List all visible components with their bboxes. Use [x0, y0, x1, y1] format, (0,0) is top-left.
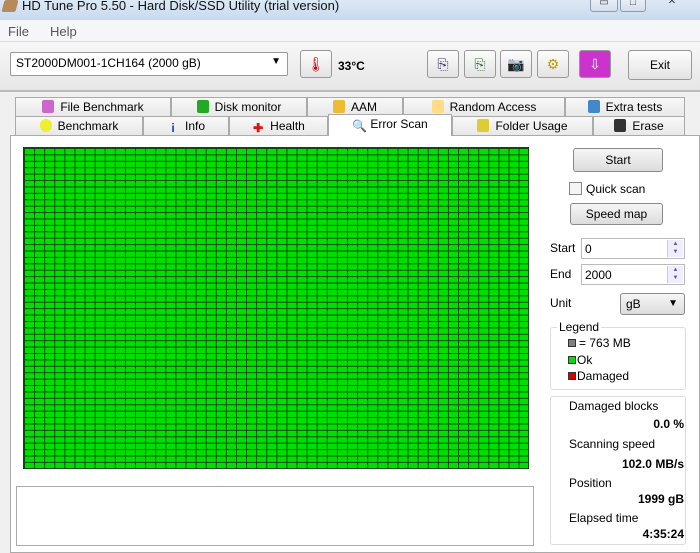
start-input[interactable]: 0 ▲ ▼: [581, 238, 685, 259]
menu-bar: File Help: [0, 20, 700, 42]
tab-benchmark[interactable]: Benchmark: [15, 116, 143, 135]
gray-square-icon: [568, 339, 576, 347]
chevron-down-icon: ▼: [668, 298, 678, 309]
screenshot-button[interactable]: 📷: [500, 50, 532, 78]
tab-erase[interactable]: Erase: [593, 116, 685, 135]
tab-label: AAM: [350, 100, 377, 114]
tab-label: File Benchmark: [60, 100, 144, 114]
random-access-icon: [431, 100, 444, 113]
tab-label: Extra tests: [605, 100, 663, 114]
exit-button[interactable]: Exit: [628, 50, 692, 80]
quick-scan-label: Quick scan: [586, 182, 646, 196]
unit-value: gB: [626, 297, 641, 311]
temperature: 33°C: [338, 59, 365, 73]
speaker-icon: [332, 100, 345, 113]
trash-icon: [614, 119, 627, 132]
damaged-blocks-label: Damaged blocks: [569, 399, 659, 413]
legend-damaged: Damaged: [568, 369, 629, 383]
info-icon: i: [171, 121, 175, 135]
legend-text: = 763 MB: [579, 336, 631, 350]
quick-scan-checkbox[interactable]: [569, 182, 582, 195]
tab-label: Random Access: [449, 100, 537, 114]
bulb-icon: [39, 119, 52, 132]
damaged-blocks-value: 0.0 %: [653, 417, 684, 431]
tab-label: Disk monitor: [214, 100, 282, 114]
legend-block-size: = 763 MB: [568, 336, 631, 350]
start-label: Start: [550, 241, 576, 255]
legend-ok: Ok: [568, 353, 592, 367]
end-label: End: [550, 267, 572, 281]
red-square-icon: [568, 372, 576, 380]
tab-info[interactable]: i Info: [143, 116, 229, 135]
scanning-speed-value: 102.0 MB/s: [621, 457, 684, 471]
thermometer-icon[interactable]: 🌡: [300, 50, 332, 78]
scan-block-map: [23, 147, 529, 469]
tab-file-benchmark[interactable]: File Benchmark: [15, 97, 171, 116]
copy-all-button[interactable]: ⎘: [464, 50, 496, 78]
elapsed-time-label: Elapsed time: [569, 511, 639, 525]
speed-map-button[interactable]: Speed map: [570, 203, 663, 225]
tab-label: Health: [270, 119, 305, 133]
scan-log: [16, 486, 534, 546]
app-icon: [1, 0, 19, 12]
unit-select[interactable]: gB ▼: [620, 293, 685, 315]
green-square-icon: [568, 356, 576, 364]
end-value: 2000: [585, 268, 612, 282]
start-spinner[interactable]: ▲ ▼: [667, 240, 683, 257]
maximize-button[interactable]: □: [620, 0, 646, 12]
save-button[interactable]: ⇩: [579, 50, 611, 78]
legend-text: Damaged: [577, 369, 630, 383]
title-bar: HD Tune Pro 5.50 - Hard Disk/SSD Utility…: [0, 0, 700, 20]
chevron-down-icon: ▼: [271, 56, 281, 67]
tab-label: Erase: [632, 119, 664, 133]
close-button[interactable]: ✕: [648, 0, 696, 12]
tab-health[interactable]: ✚ Health: [229, 116, 328, 135]
end-spinner[interactable]: ▲ ▼: [667, 266, 683, 283]
minimize-button[interactable]: ▭: [590, 0, 618, 12]
legend-title: Legend: [557, 320, 602, 334]
drive-select[interactable]: ST2000DM001-1CH164 (2000 gB) ▼: [10, 52, 288, 76]
drive-select-value: ST2000DM001-1CH164 (2000 gB): [16, 56, 201, 70]
menu-help[interactable]: Help: [50, 24, 77, 39]
end-input[interactable]: 2000 ▲ ▼: [581, 264, 685, 285]
tab-error-scan[interactable]: 🔍 Error Scan: [328, 114, 452, 136]
toolbar: ST2000DM001-1CH164 (2000 gB) ▼ 🌡 33°C ⎘ ⎘…: [0, 42, 700, 92]
legend-text: Ok: [577, 353, 593, 367]
folder-icon: [477, 119, 490, 132]
scanning-speed-label: Scanning speed: [569, 437, 656, 451]
options-button[interactable]: ⚙: [537, 50, 569, 78]
elapsed-time-value: 4:35:24: [642, 527, 684, 541]
tab-label: Folder Usage: [495, 119, 568, 133]
tab-disk-monitor[interactable]: Disk monitor: [171, 97, 307, 116]
tab-label: Benchmark: [57, 119, 119, 133]
tab-folder-usage[interactable]: Folder Usage: [452, 116, 593, 135]
tab-label: Info: [184, 119, 205, 133]
start-button[interactable]: Start: [573, 148, 663, 172]
disk-monitor-icon: [196, 100, 209, 113]
position-value: 1999 gB: [637, 492, 684, 506]
magnifier-icon: 🔍: [352, 119, 368, 133]
window-title: HD Tune Pro 5.50 - Hard Disk/SSD Utility…: [22, 0, 340, 13]
copy-info-button[interactable]: ⎘: [427, 50, 459, 78]
file-benchmark-icon: [42, 100, 55, 113]
tab-label: Error Scan: [370, 117, 428, 131]
position-label: Position: [569, 476, 612, 490]
unit-label: Unit: [550, 296, 572, 310]
health-cross-icon: ✚: [253, 121, 264, 135]
menu-file[interactable]: File: [8, 24, 29, 39]
extra-tests-icon: [587, 100, 600, 113]
start-value: 0: [585, 242, 592, 256]
tab-extra-tests[interactable]: Extra tests: [565, 97, 685, 116]
